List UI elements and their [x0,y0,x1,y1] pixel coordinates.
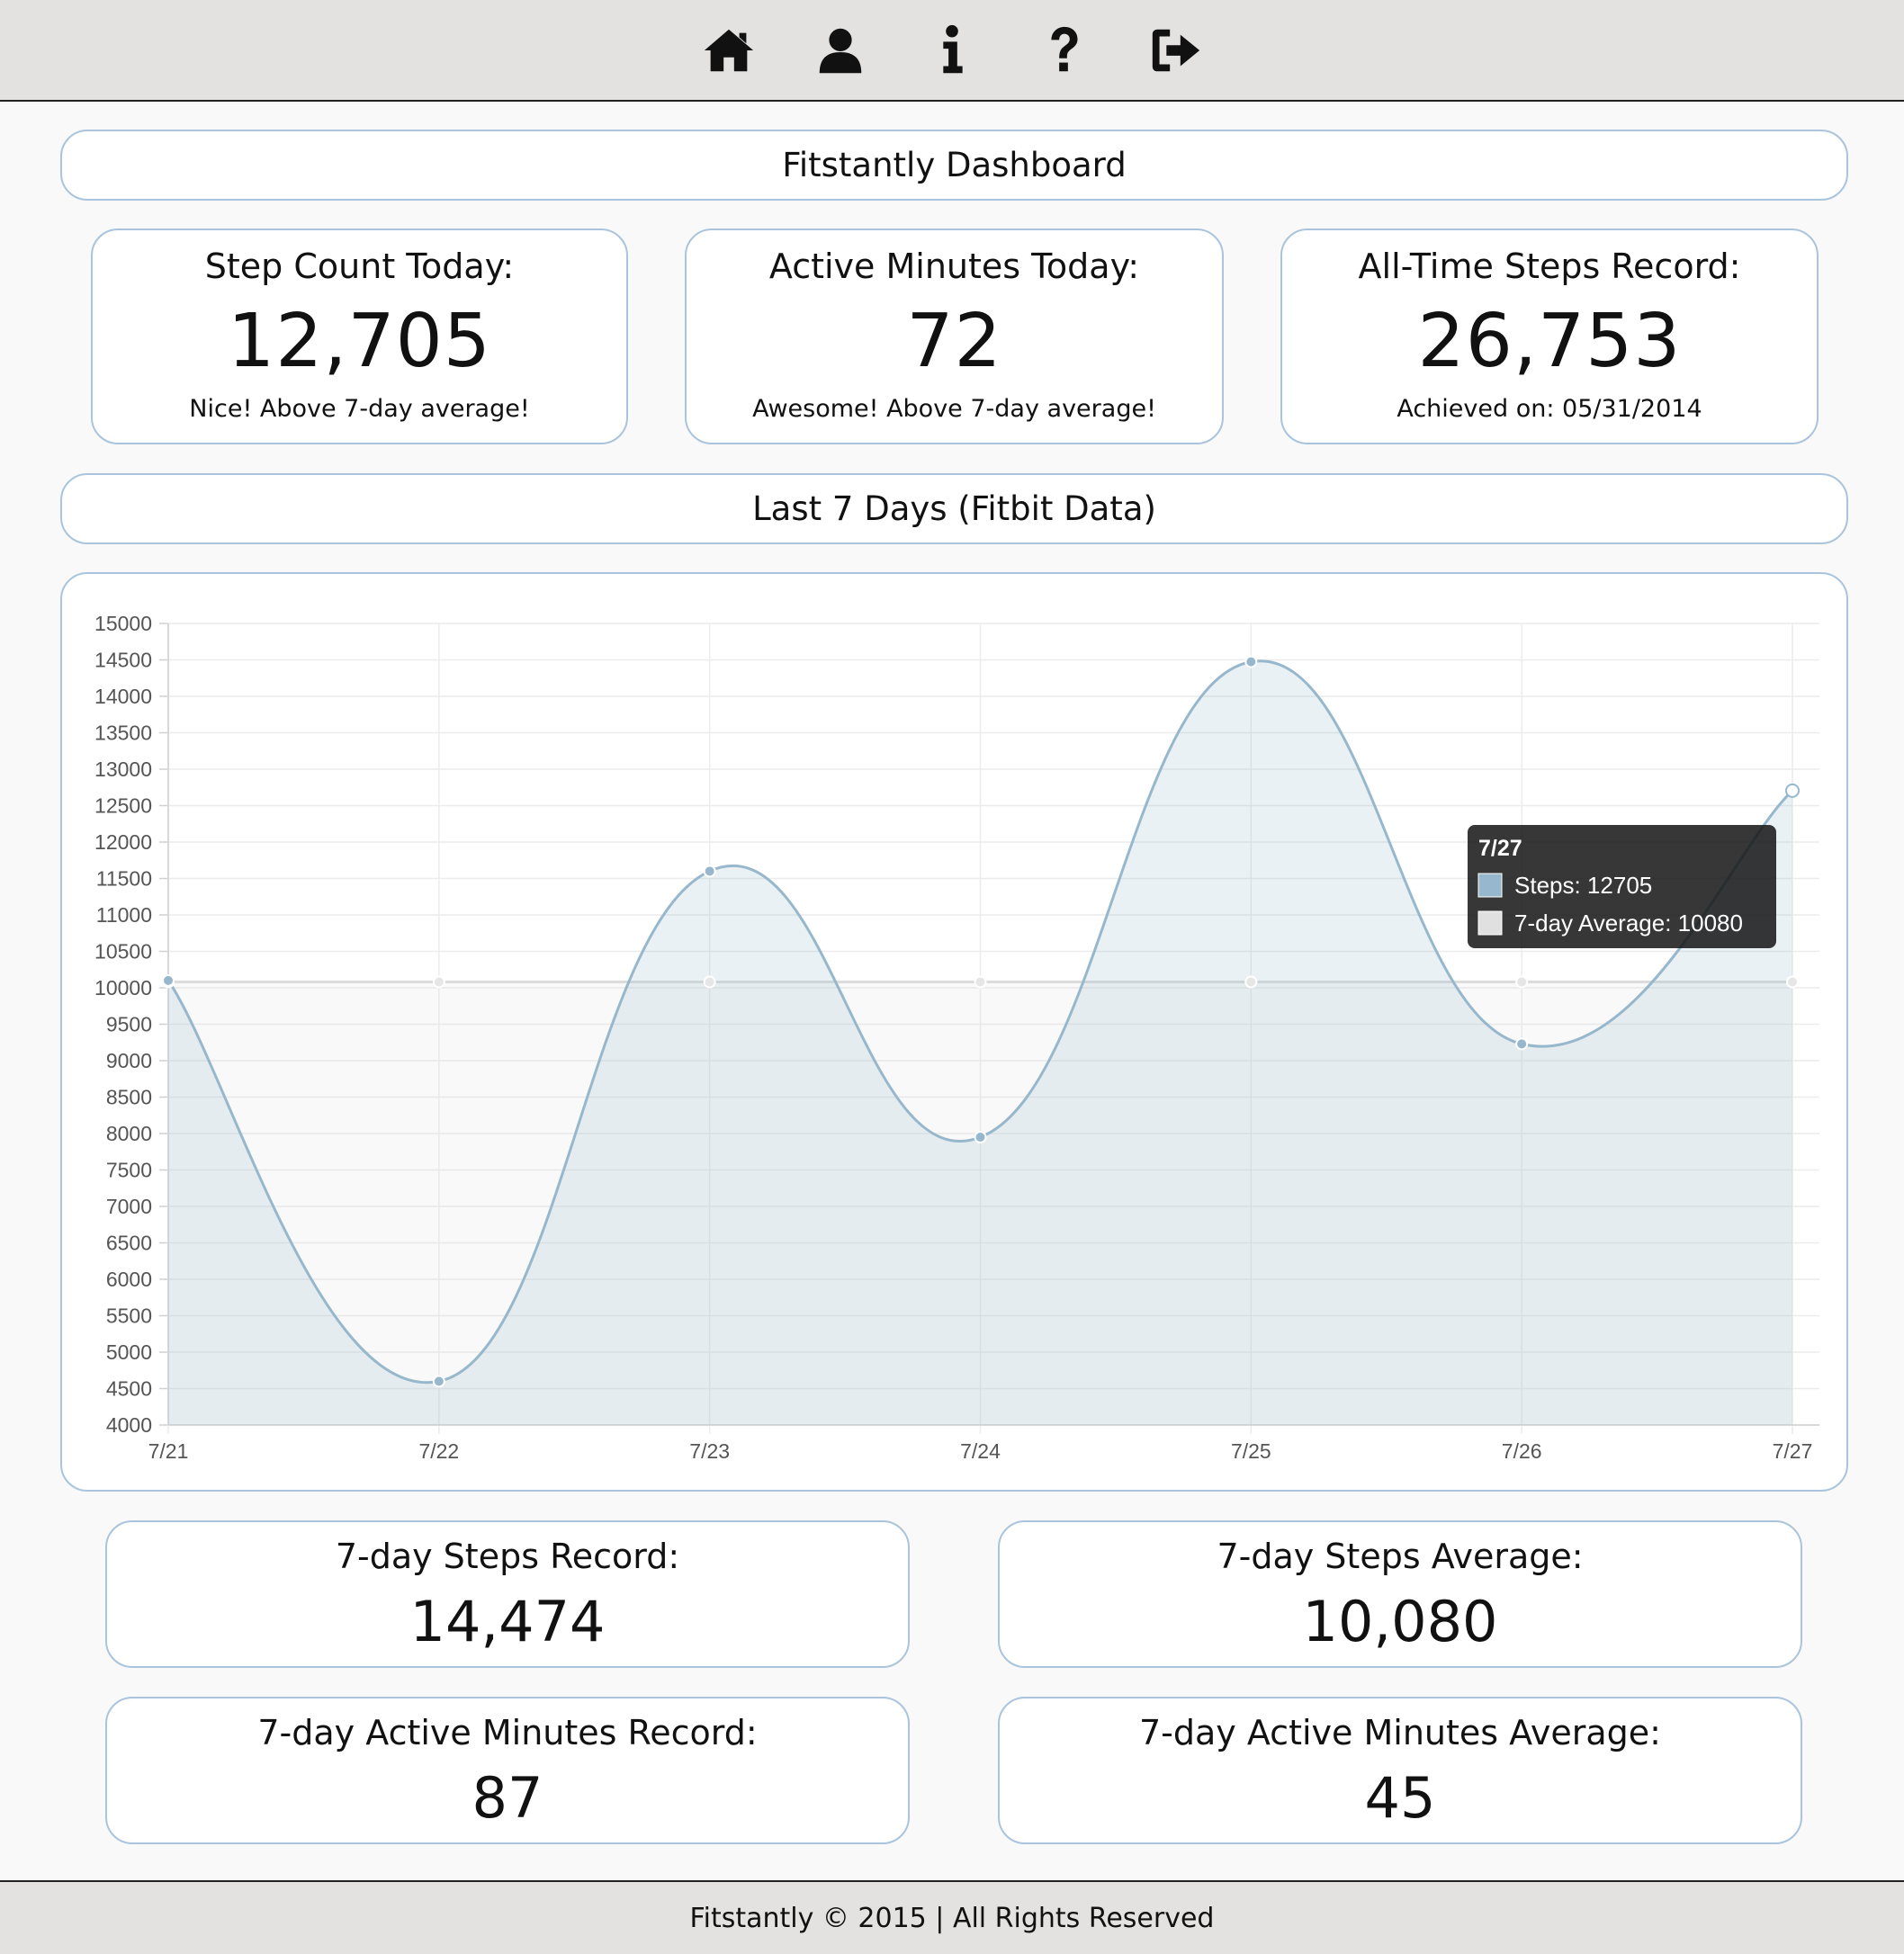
page-footer: Fitstantly © 2015 | All Rights Reserved [0,1880,1904,1954]
stat-note: Achieved on: 05/31/2014 [1397,395,1702,423]
7day-active-minutes-average-card: 7-day Active Minutes Average: 45 [998,1697,1802,1844]
7day-active-minutes-record-card: 7-day Active Minutes Record: 87 [105,1697,910,1844]
average-point [432,975,445,989]
y-tick-label: 6000 [106,1268,152,1291]
y-tick-label: 13000 [94,757,152,781]
info-icon[interactable] [914,13,990,88]
all-time-steps-record-card: All-Time Steps Record: 26,753 Achieved o… [1280,229,1819,444]
stat-note: Nice! Above 7-day average! [189,395,530,423]
y-tick-label: 10500 [94,940,152,964]
steps-point [432,1375,445,1388]
y-tick-label: 7000 [106,1195,152,1218]
x-tick-label: 7/21 [148,1439,189,1463]
steps-line-chart[interactable]: 4000 4500 5000 5500 6000 6500 7000 7500 8000 8500… [62,574,1850,1493]
x-tick-label: 7/27 [1773,1439,1813,1463]
help-icon[interactable] [1026,13,1101,88]
x-tick-label: 7/25 [1231,1439,1271,1463]
stat-value: 72 [906,299,1002,384]
chart-section-title: Last 7 Days (Fitbit Data) [752,489,1156,528]
y-tick-label: 13500 [94,722,152,745]
x-tick-label: 7/24 [960,1439,1001,1463]
x-tick-label: 7/22 [418,1439,459,1463]
y-tick-label: 12000 [94,830,152,854]
average-point [1244,975,1258,989]
average-point [1786,975,1799,989]
top-navbar [0,0,1904,102]
7day-steps-average-card: 7-day Steps Average: 10,080 [998,1520,1802,1668]
average-point [703,975,716,989]
stat-value: 26,753 [1417,299,1682,384]
y-tick-label: 7500 [106,1159,152,1182]
y-tick-label: 15000 [94,612,152,635]
y-tick-label: 6500 [106,1232,152,1255]
logout-icon[interactable] [1137,13,1213,88]
stat-title: All-Time Steps Record: [1358,246,1741,286]
stat-title: Active Minutes Today: [768,246,1140,286]
tooltip-line: Steps: 12705 [1514,872,1652,899]
tooltip-swatch [1477,873,1503,898]
stat-value: 12,705 [228,299,491,384]
y-tick-label: 5000 [106,1340,152,1364]
x-tick-label: 7/26 [1502,1439,1542,1463]
average-point [1515,975,1529,989]
home-icon[interactable] [691,13,767,88]
user-icon[interactable] [803,13,878,88]
y-tick-label: 12500 [94,794,152,818]
tooltip-title: 7/27 [1478,836,1522,861]
active-minutes-today-card: Active Minutes Today: 72 Awesome! Above … [685,229,1224,444]
y-tick-label: 4000 [106,1413,152,1437]
dashboard-title-banner: Fitstantly Dashboard [60,130,1848,201]
weekly-title: 7-day Steps Record: [335,1537,680,1576]
y-tick-label: 4500 [106,1377,152,1401]
average-point [974,975,987,989]
step-count-today-card: Step Count Today: 12,705 Nice! Above 7-d… [91,229,628,444]
x-tick-label: 7/23 [689,1439,730,1463]
weekly-value: 10,080 [1302,1589,1498,1654]
y-tick-label: 5500 [106,1304,152,1328]
weekly-title: 7-day Steps Average: [1217,1537,1584,1576]
stat-title: Step Count Today: [204,246,515,286]
steps-point [1244,655,1258,668]
steps-chart-card: 4000 4500 5000 5500 6000 6500 7000 7500 8000 8500… [60,572,1848,1492]
steps-point [703,865,716,878]
stat-note: Awesome! Above 7-day average! [752,395,1156,423]
y-tick-label: 14500 [94,649,152,672]
weekly-value: 45 [1364,1765,1436,1831]
7day-steps-record-card: 7-day Steps Record: 14,474 [105,1520,910,1668]
steps-point [974,1131,987,1144]
y-tick-label: 14000 [94,685,152,708]
chart-section-banner: Last 7 Days (Fitbit Data) [60,473,1848,544]
y-tick-label: 9500 [106,1013,152,1036]
steps-point [162,973,175,987]
y-tick-label: 9000 [106,1049,152,1072]
y-tick-label: 11500 [96,867,152,891]
steps-point [1515,1037,1529,1051]
weekly-value: 87 [472,1765,543,1831]
steps-point [1785,783,1800,798]
footer-text: Fitstantly © 2015 | All Rights Reserved [689,1902,1215,1934]
tooltip-swatch [1477,910,1503,936]
page-title: Fitstantly Dashboard [782,146,1127,184]
y-tick-label: 10000 [94,976,152,999]
weekly-title: 7-day Active Minutes Record: [257,1713,758,1752]
weekly-value: 14,474 [409,1589,606,1654]
y-tick-label: 11000 [96,903,152,927]
y-tick-label: 8000 [106,1122,152,1145]
tooltip-line: 7-day Average: 10080 [1514,910,1743,937]
weekly-title: 7-day Active Minutes Average: [1138,1713,1661,1752]
y-tick-label: 8500 [106,1086,152,1109]
